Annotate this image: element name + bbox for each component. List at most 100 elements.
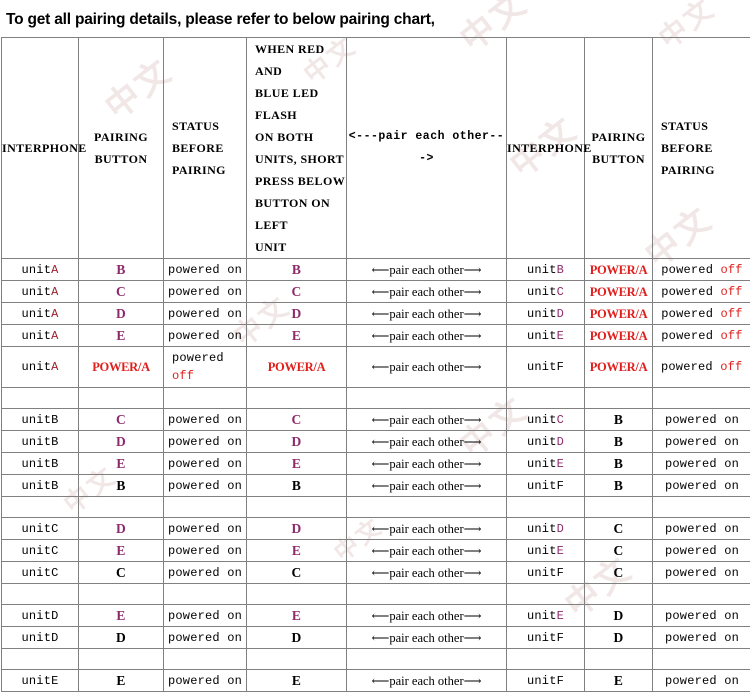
left-pairing-button-cell: C [79, 562, 164, 584]
left-interphone-cell: unitC [2, 562, 79, 584]
left-status-cell: powered on [164, 518, 247, 540]
press-button-cell: E [247, 605, 347, 627]
right-status-cell: powered on [653, 540, 750, 562]
left-pairing-button-cell: D [79, 518, 164, 540]
spacer-cell [507, 388, 585, 409]
pair-arrow-icon: ⟵pair each other⟶ [371, 328, 481, 344]
right-pairing-button-cell: B [585, 475, 653, 497]
right-status-cell: powered off [653, 303, 750, 325]
right-interphone-cell: unitF [507, 475, 585, 497]
left-pairing-button-cell: B [79, 475, 164, 497]
spacer-cell [507, 584, 585, 605]
spacer-cell [347, 497, 507, 518]
header-line: BLUE LED FLASH [255, 82, 346, 126]
page-title: To get all pairing details, please refer… [0, 0, 750, 29]
left-status-cell: powered on [164, 540, 247, 562]
spacer-cell [247, 584, 347, 605]
press-button-cell: D [247, 431, 347, 453]
right-status-cell: powered on [653, 670, 750, 692]
right-interphone-cell: unitE [507, 325, 585, 347]
pair-arrow-icon: ⟵pair each other⟶ [371, 456, 481, 472]
right-pairing-button-cell: D [585, 605, 653, 627]
left-interphone-cell: unitB [2, 453, 79, 475]
right-status-cell: powered off [653, 347, 750, 388]
header-cell-4: <---pair each other---> [347, 38, 507, 259]
press-button-cell: POWER/A [247, 347, 347, 388]
spacer-cell [2, 584, 79, 605]
right-pairing-button-cell: C [585, 518, 653, 540]
pairing-chart-container: INTERPHONEPAIRINGBUTTONSTATUSBEFOREPAIRI… [0, 29, 750, 692]
table-row: unitAEpowered onE⟵pair each other⟶unitEP… [2, 325, 750, 347]
pair-arrow-cell: ⟵pair each other⟶ [347, 281, 507, 303]
pair-arrow-icon: ⟵pair each other⟶ [371, 306, 481, 322]
spacer-cell [347, 584, 507, 605]
pair-arrow-icon: ⟵pair each other⟶ [371, 565, 481, 581]
left-interphone-cell: unitA [2, 303, 79, 325]
left-status-cell: powered on [164, 259, 247, 281]
right-status-cell: powered off [653, 325, 750, 347]
left-status-cell: poweredoff [164, 347, 247, 388]
press-button-cell: C [247, 281, 347, 303]
left-status-cell: powered on [164, 627, 247, 649]
right-interphone-cell: unitC [507, 281, 585, 303]
header-cell-6: PAIRINGBUTTON [585, 38, 653, 259]
spacer-cell [653, 388, 750, 409]
header-cell-0: INTERPHONE [2, 38, 79, 259]
spacer-cell [585, 584, 653, 605]
spacer-cell [347, 649, 507, 670]
left-status-cell: powered on [164, 281, 247, 303]
spacer-cell [653, 584, 750, 605]
header-line: STATUS [172, 115, 246, 137]
pair-arrow-cell: ⟵pair each other⟶ [347, 475, 507, 497]
right-pairing-button-cell: E [585, 670, 653, 692]
table-row: unitCEpowered onE⟵pair each other⟶unitEC… [2, 540, 750, 562]
spacer-cell [164, 497, 247, 518]
right-interphone-cell: unitE [507, 605, 585, 627]
header-line: WHEN RED AND [255, 38, 346, 82]
left-status-cell: powered on [164, 409, 247, 431]
header-cell-7: STATUSBEFORE PAIRING [653, 38, 750, 259]
pair-arrow-cell: ⟵pair each other⟶ [347, 627, 507, 649]
left-pairing-button-cell: E [79, 670, 164, 692]
table-row: unitAPOWER/ApoweredoffPOWER/A⟵pair each … [2, 347, 750, 388]
table-row: unitEEpowered onE⟵pair each other⟶unitFE… [2, 670, 750, 692]
table-row: unitADpowered onD⟵pair each other⟶unitDP… [2, 303, 750, 325]
pair-arrow-cell: ⟵pair each other⟶ [347, 540, 507, 562]
left-status-cell: powered on [164, 475, 247, 497]
header-line: BUTTON ON LEFT [255, 192, 346, 236]
left-pairing-button-cell: POWER/A [79, 347, 164, 388]
right-pairing-button-cell: POWER/A [585, 325, 653, 347]
pair-arrow-icon: ⟵pair each other⟶ [371, 608, 481, 624]
header-cell-2: STATUSBEFOREPAIRING [164, 38, 247, 259]
table-row: unitBCpowered onC⟵pair each other⟶unitCB… [2, 409, 750, 431]
right-interphone-cell: unitC [507, 409, 585, 431]
spacer-cell [247, 388, 347, 409]
left-interphone-cell: unitA [2, 281, 79, 303]
left-interphone-cell: unitB [2, 475, 79, 497]
pair-arrow-icon: ⟵pair each other⟶ [371, 478, 481, 494]
press-button-cell: C [247, 562, 347, 584]
pair-arrow-cell: ⟵pair each other⟶ [347, 347, 507, 388]
header-cell-5: INTERPHONE [507, 38, 585, 259]
header-line: <---pair each other---> [347, 126, 506, 170]
right-interphone-cell: unitD [507, 303, 585, 325]
pairing-chart-body: INTERPHONEPAIRINGBUTTONSTATUSBEFOREPAIRI… [2, 38, 750, 692]
right-status-cell: powered off [653, 281, 750, 303]
header-line: PAIRING [585, 126, 652, 148]
pair-arrow-icon: ⟵pair each other⟶ [371, 673, 481, 689]
pair-arrow-cell: ⟵pair each other⟶ [347, 562, 507, 584]
left-pairing-button-cell: D [79, 303, 164, 325]
left-interphone-cell: unitA [2, 347, 79, 388]
spacer-cell [653, 649, 750, 670]
pair-arrow-cell: ⟵pair each other⟶ [347, 431, 507, 453]
left-pairing-button-cell: C [79, 409, 164, 431]
right-status-cell: powered on [653, 627, 750, 649]
left-pairing-button-cell: E [79, 453, 164, 475]
pair-arrow-icon: ⟵pair each other⟶ [371, 359, 481, 375]
header-line: ON BOTH [255, 126, 346, 148]
right-pairing-button-cell: D [585, 627, 653, 649]
press-button-cell: E [247, 670, 347, 692]
left-pairing-button-cell: E [79, 605, 164, 627]
right-interphone-cell: unitD [507, 518, 585, 540]
left-pairing-button-cell: C [79, 281, 164, 303]
